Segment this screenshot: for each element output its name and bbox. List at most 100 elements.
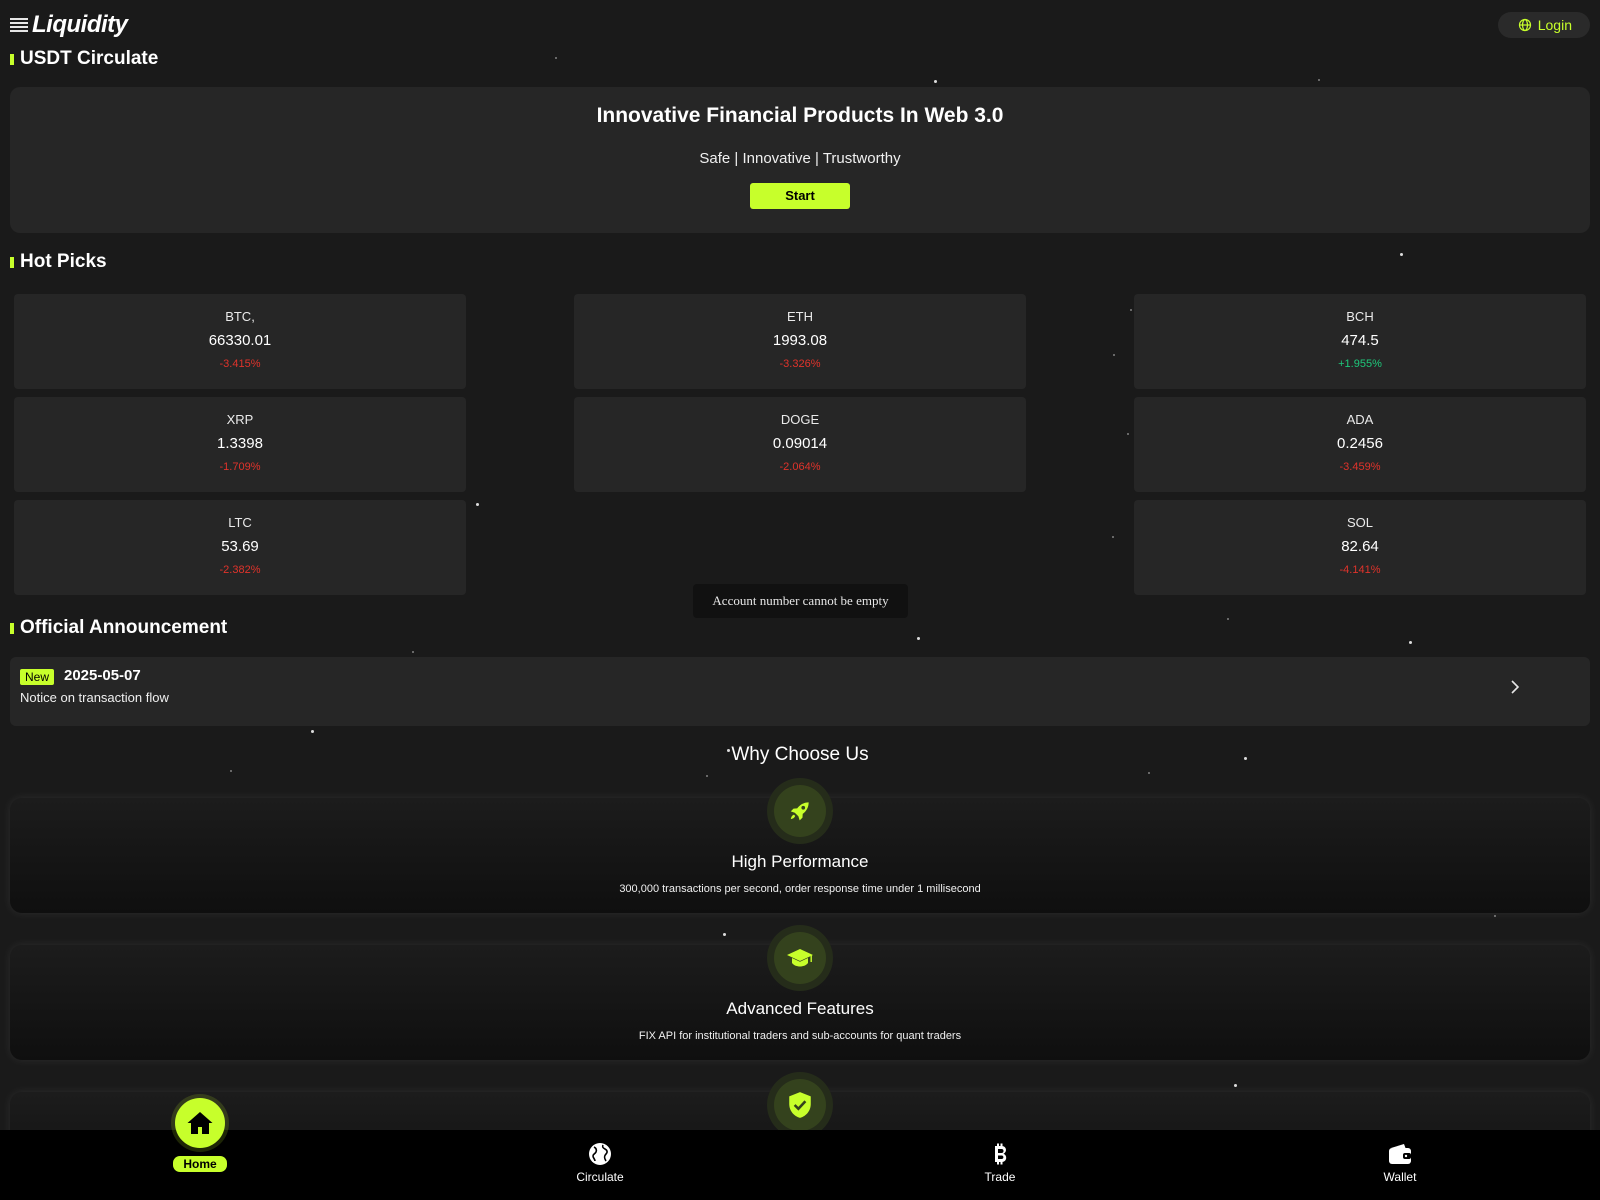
home-button[interactable] [175,1098,225,1148]
bitcoin-icon [995,1143,1007,1165]
coin-symbol: ETH [787,309,813,324]
star-dot [723,933,726,936]
star-dot [1112,536,1114,538]
star-dot [917,637,920,640]
feature-title: Advanced Features [726,999,874,1018]
coin-symbol: LTC [228,515,252,530]
coin-symbol: BCH [1346,309,1374,324]
shield-check-icon [789,1092,811,1118]
coin-change: +1.955% [1338,358,1382,370]
coin-symbol: DOGE [780,412,820,427]
feature-description: FIX API for institutional traders and su… [638,1030,962,1042]
brand-title: Liquidity [32,11,128,38]
section-title-announcement: Official Announcement [10,617,227,639]
globe-icon [1518,18,1531,32]
home-icon [187,1112,213,1134]
star-dot [706,775,708,777]
graduation-cap-icon [787,949,813,967]
nav-item-trade[interactable]: Trade [950,1142,1050,1184]
star-dot [1130,309,1132,311]
coin-symbol: ADA [1346,412,1374,427]
star-dot [476,503,479,506]
coin-price: 53.69 [221,538,259,555]
brand: Liquidity [10,11,128,39]
coin-price: 0.2456 [1337,435,1383,452]
star-dot [934,80,937,83]
hero-card: Innovative Financial Products In Web 3.0… [10,87,1590,233]
nav-label: Home [173,1156,227,1172]
nav-item-circulate[interactable]: Circulate [550,1142,650,1184]
section-marker [10,256,14,268]
coin-change: -4.141% [1339,564,1381,576]
coin-card-sol[interactable]: SOL 82.64 -4.141% [1134,500,1586,595]
star-dot [1234,1084,1237,1087]
coin-price: 82.64 [1341,538,1379,555]
star-dot [1409,641,1412,644]
coin-price: 0.09014 [772,435,828,452]
feature-icon-badge [767,925,833,991]
top-bar: Liquidity Login [0,0,1600,50]
feature-description: 300,000 transactions per second, order r… [619,883,981,895]
nav-label: Trade [984,1170,1016,1184]
section-label: Official Announcement [20,617,228,638]
wallet-icon [1389,1144,1411,1164]
section-marker [10,622,14,634]
coin-card-doge[interactable]: DOGE 0.09014 -2.064% [574,397,1026,492]
star-dot [1494,915,1496,917]
star-dot [555,57,557,59]
nav-item-home[interactable]: Home [150,1098,250,1173]
coin-card-ada[interactable]: ADA 0.2456 -3.459% [1134,397,1586,492]
toast-message: Account number cannot be empty [693,584,908,618]
coin-price: 1.3398 [217,435,263,452]
hero-tagline: Safe | Innovative | Trustworthy [699,150,901,167]
chevron-right-icon [1511,680,1520,694]
coin-price: 66330.01 [208,332,272,349]
announcement-date: 2025-05-07 [64,667,141,684]
star-dot [311,730,314,733]
coin-card-eth[interactable]: ETH 1993.08 -3.326% [574,294,1026,389]
menu-icon[interactable] [10,18,28,32]
coin-price: 474.5 [1341,332,1379,349]
coin-symbol: SOL [1346,515,1373,530]
star-dot [412,651,414,653]
announcement-text: Notice on transaction flow [20,690,169,705]
rocket-icon [790,802,809,821]
login-button[interactable]: Login [1497,12,1590,38]
section-label: Hot Picks [20,251,107,272]
coin-symbol: XRP [226,412,254,427]
coin-change: -3.415% [219,358,261,370]
nav-label: Circulate [576,1170,624,1184]
coin-symbol: BTC, [225,309,255,324]
coin-change: -1.709% [219,461,261,473]
coin-price: 1993.08 [772,332,828,349]
star-dot [1318,79,1320,81]
nav-item-wallet[interactable]: Wallet [1350,1142,1450,1184]
announcement-item[interactable]: New 2025-05-07 Notice on transaction flo… [10,657,1590,726]
new-badge: New [20,669,55,685]
feature-title: High Performance [731,852,869,871]
coin-change: -2.064% [779,461,821,473]
coin-change: -2.382% [219,564,261,576]
section-title-usdt: USDT Circulate [10,48,158,70]
star-dot [1127,433,1129,435]
feature-icon-badge [767,778,833,844]
star-dot [1227,618,1229,620]
feature-icon-badge [767,1072,833,1138]
coin-change: -3.459% [1339,461,1381,473]
star-dot [230,770,232,772]
globe-icon [589,1143,611,1165]
coin-card-ltc[interactable]: LTC 53.69 -2.382% [14,500,466,595]
nav-label: Wallet [1383,1170,1417,1184]
section-marker [10,53,14,65]
coin-card-bch[interactable]: BCH 474.5 +1.955% [1134,294,1586,389]
star-dot [1113,354,1115,356]
star-dot [1148,772,1150,774]
why-choose-us-title: Why Choose Us [731,744,869,765]
section-title-hot-picks: Hot Picks [10,251,107,273]
hero-title: Innovative Financial Products In Web 3.0 [596,104,1004,127]
start-button[interactable]: Start [750,183,850,209]
coin-card-xrp[interactable]: XRP 1.3398 -1.709% [14,397,466,492]
star-dot [1400,253,1403,256]
coin-card-btc[interactable]: BTC, 66330.01 -3.415% [14,294,466,389]
section-label: USDT Circulate [20,48,159,69]
